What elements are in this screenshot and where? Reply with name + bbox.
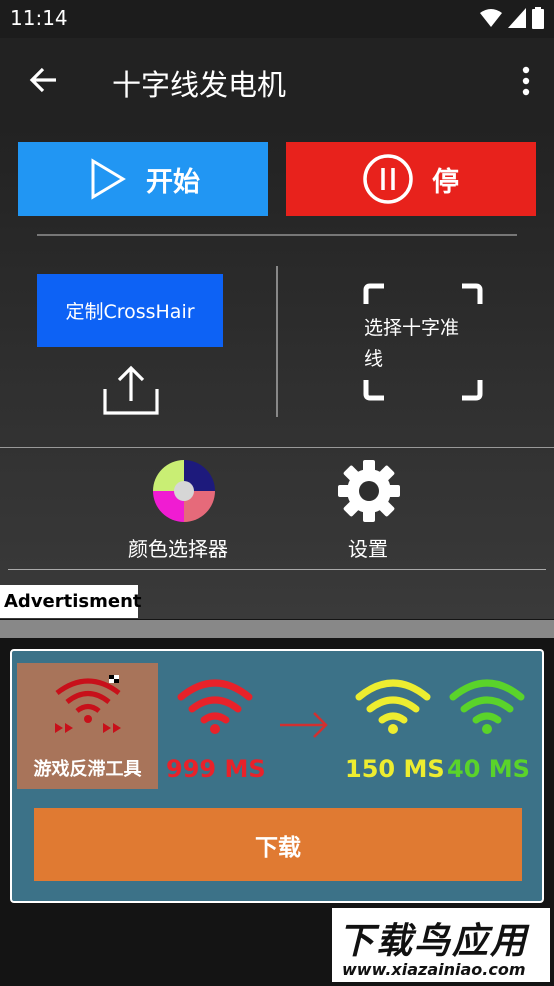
gear-icon[interactable] [336, 458, 402, 524]
pause-icon [363, 154, 413, 204]
ms-after-2: 40 MS [447, 755, 530, 783]
app-bar: 十字线发电机 [0, 38, 554, 123]
ms-after-1: 150 MS [345, 755, 445, 783]
battery-icon [532, 7, 544, 29]
divider-bottom [8, 569, 546, 570]
select-crosshair-label[interactable]: 选择十字准线 [364, 313, 476, 375]
watermark-main: 下载鸟应用 [338, 921, 529, 962]
more-vert-icon[interactable] [520, 66, 532, 96]
stop-label: 停 [432, 167, 459, 197]
divider-vertical [276, 266, 278, 417]
wifi-lag-icon [55, 675, 121, 733]
ad-thumb-label: 游戏反滞工具 [33, 759, 142, 780]
divider-top [37, 234, 517, 236]
page-title: 十字线发电机 [112, 68, 287, 102]
ad-separator [0, 620, 554, 638]
ad-tag: Advertisment [0, 585, 142, 618]
play-icon [91, 158, 126, 200]
start-button[interactable]: 开始 [18, 142, 268, 216]
divider-middle [0, 447, 554, 448]
main-panel: 开始 停 定制CrossHair 选择十字准线 颜色选择器 设置 [0, 123, 554, 619]
ad-card[interactable]: 游戏反滞工具 999 MS 150 MS 40 MS 下载 [10, 649, 544, 903]
watermark-sub: www.xiazainiao.com [342, 960, 526, 979]
wifi-red-icon [177, 679, 253, 734]
status-time: 11:14 [10, 6, 68, 30]
upload-icon[interactable] [101, 365, 161, 417]
start-label: 开始 [146, 167, 200, 197]
wifi-green-icon [449, 679, 525, 734]
wifi-icon [480, 9, 502, 27]
custom-crosshair-button[interactable]: 定制CrossHair [37, 274, 223, 347]
wifi-yellow-icon [355, 679, 431, 734]
status-icons [480, 7, 544, 29]
arrow-left-icon[interactable] [26, 62, 62, 98]
ad-thumbnail[interactable]: 游戏反滞工具 [17, 663, 158, 789]
color-picker-label[interactable]: 颜色选择器 [128, 533, 228, 562]
color-wheel-icon[interactable] [153, 460, 215, 522]
settings-label[interactable]: 设置 [348, 533, 388, 562]
watermark: 下载鸟应用 www.xiazainiao.com [332, 908, 550, 982]
ad-download-button[interactable]: 下载 [34, 808, 522, 881]
arrow-right-icon [280, 712, 328, 738]
stop-button[interactable]: 停 [286, 142, 536, 216]
ms-before: 999 MS [166, 755, 266, 783]
cellular-icon [508, 8, 526, 28]
status-bar: 11:14 [0, 0, 554, 38]
